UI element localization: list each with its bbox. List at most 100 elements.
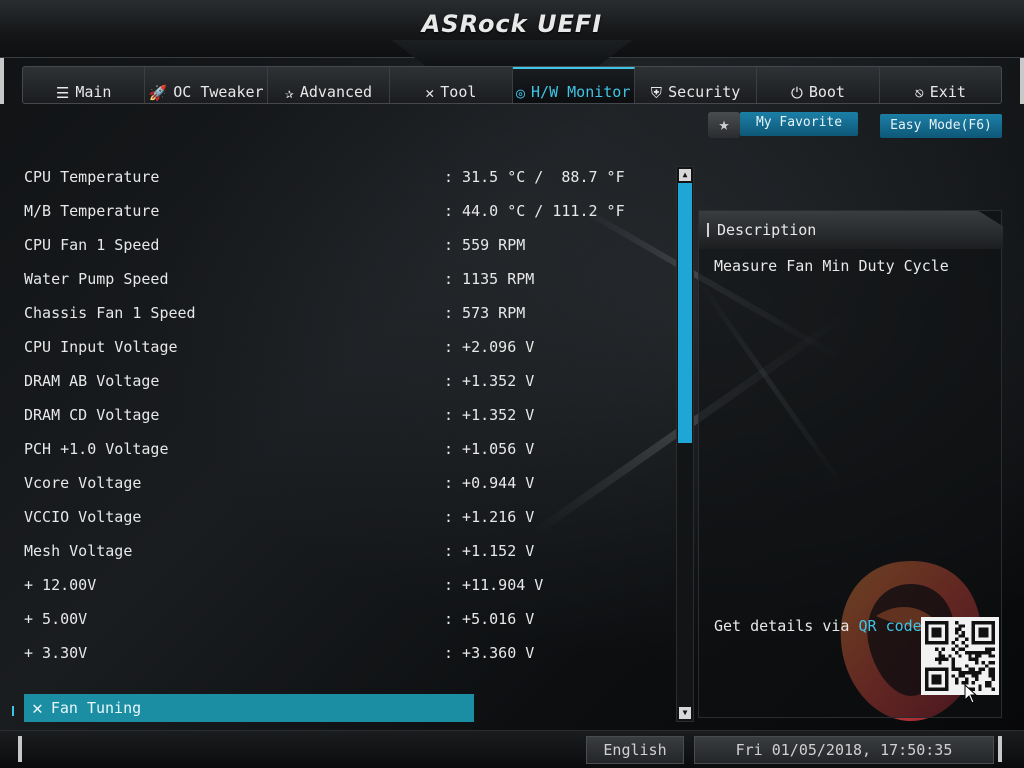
scroll-up-arrow-icon[interactable]: ▲ — [679, 169, 691, 181]
monitor-label: DRAM AB Voltage — [24, 372, 160, 390]
nav-edge-left — [0, 58, 4, 104]
wrench-screwdriver-icon: ✕ — [425, 84, 435, 102]
monitor-label: + 3.30V — [24, 644, 88, 662]
monitor-row: + 12.00V : +11.904 V — [24, 568, 664, 602]
tab-h-w-monitor[interactable]: ◎ H/W Monitor — [512, 67, 635, 103]
selection-marker — [12, 706, 14, 716]
star-icon: ✰ — [284, 84, 294, 102]
monitor-row: CPU Fan 1 Speed : 559 RPM — [24, 228, 664, 262]
monitor-label: DRAM CD Voltage — [24, 406, 160, 424]
wrench-screwdriver-icon: ✕ — [32, 697, 43, 719]
monitor-value: : 31.5 °C / 88.7 °F — [444, 168, 625, 186]
monitor-label: M/B Temperature — [24, 202, 160, 220]
monitor-row: DRAM AB Voltage : +1.352 V — [24, 364, 664, 398]
tab-label: Tool — [440, 83, 477, 101]
tab-label: Security — [668, 83, 741, 101]
mouse-cursor-icon — [964, 684, 978, 704]
datetime-display: Fri 01/05/2018, 17:50:35 — [694, 736, 994, 764]
tab-label: Exit — [929, 83, 966, 101]
my-favorite-button[interactable]: My Favorite — [740, 112, 858, 136]
monitor-row: CPU Temperature : 31.5 °C / 88.7 °F — [24, 160, 664, 194]
header-notch — [392, 40, 632, 68]
monitor-label: CPU Temperature — [24, 168, 160, 186]
tab-label: Advanced — [299, 83, 373, 101]
fan-tuning-label: Fan Tuning — [50, 699, 142, 717]
shield-icon: ⛨ — [650, 84, 663, 102]
nav-edge-right — [1020, 58, 1024, 104]
monitor-label: Water Pump Speed — [24, 270, 169, 288]
monitor-label: VCCIO Voltage — [24, 508, 142, 526]
monitor-icon: ◎ — [516, 84, 526, 102]
monitor-value: : 1135 RPM — [444, 270, 535, 288]
monitor-value: : 44.0 °C / 111.2 °F — [444, 202, 625, 220]
monitor-label: Vcore Voltage — [24, 474, 142, 492]
qr-code — [921, 617, 999, 695]
tab-label: OC Tweaker — [173, 83, 264, 101]
monitor-value: : +1.352 V — [444, 406, 535, 424]
monitor-value: : +1.056 V — [444, 440, 535, 458]
tab-exit[interactable]: ⎋ Exit — [880, 67, 1001, 103]
qr-caption: Get details via QR code — [714, 617, 922, 635]
monitor-row: Mesh Voltage : +1.152 V — [24, 534, 664, 568]
favorite-star-icon[interactable]: ★ — [708, 112, 740, 138]
monitor-label: + 5.00V — [24, 610, 88, 628]
monitor-row: VCCIO Voltage : +1.216 V — [24, 500, 664, 534]
tab-tool[interactable]: ✕ Tool — [390, 67, 513, 103]
footer-edge-left — [18, 736, 22, 762]
description-title: Description — [717, 221, 817, 239]
rocket-icon: 🚀 — [148, 84, 168, 102]
monitor-value: : +2.096 V — [444, 338, 535, 356]
monitor-row: Water Pump Speed : 1135 RPM — [24, 262, 664, 296]
monitor-row: DRAM CD Voltage : +1.352 V — [24, 398, 664, 432]
monitor-list: CPU Temperature : 31.5 °C / 88.7 °F M/B Te… — [24, 160, 664, 670]
main-nav: ☰ Main 🚀 OC Tweaker ✰ Advanced ✕ Tool ◎ H/W Monit… — [22, 66, 1002, 104]
monitor-label: Mesh Voltage — [24, 542, 133, 560]
qr-caption-prefix: Get details via — [714, 617, 859, 635]
tab-label: Main — [75, 83, 112, 101]
monitor-value: : +1.352 V — [444, 372, 535, 390]
monitor-value: : +1.152 V — [444, 542, 535, 560]
description-header: Description — [699, 211, 1003, 249]
brand-logo: ASRock UEFI — [421, 10, 603, 38]
monitor-row: Vcore Voltage : +0.944 V — [24, 466, 664, 500]
monitor-value: : +11.904 V — [444, 576, 544, 594]
qr-code-icon — [925, 621, 995, 691]
monitor-value: : +0.944 V — [444, 474, 535, 492]
description-panel: Description Measure Fan Min Duty Cycle G… — [698, 210, 1003, 718]
monitor-value: : +5.016 V — [444, 610, 535, 628]
power-icon: ⏻ — [790, 84, 803, 102]
tab-boot[interactable]: ⏻ Boot — [757, 67, 880, 103]
footer-edge-right — [998, 736, 1002, 762]
header-bar-icon — [707, 223, 709, 237]
monitor-label: PCH +1.0 Voltage — [24, 440, 169, 458]
monitor-row: + 3.30V : +3.360 V — [24, 636, 664, 670]
tab-oc-tweaker[interactable]: 🚀 OC Tweaker — [145, 67, 268, 103]
tab-label: Boot — [808, 83, 845, 101]
monitor-row: + 5.00V : +5.016 V — [24, 602, 664, 636]
monitor-value: : 559 RPM — [444, 236, 526, 254]
tab-main[interactable]: ☰ Main — [23, 67, 146, 103]
scroll-down-arrow-icon[interactable]: ▼ — [679, 707, 691, 719]
monitor-label: CPU Input Voltage — [24, 338, 178, 356]
monitor-row: CPU Input Voltage : +2.096 V — [24, 330, 664, 364]
monitor-value: : +3.360 V — [444, 644, 535, 662]
monitor-label: CPU Fan 1 Speed — [24, 236, 160, 254]
monitor-label: Chassis Fan 1 Speed — [24, 304, 196, 322]
language-button[interactable]: English — [586, 736, 684, 764]
monitor-label: + 12.00V — [24, 576, 97, 594]
qr-caption-highlight: QR code — [858, 617, 922, 635]
monitor-value: : 573 RPM — [444, 304, 526, 322]
list-icon: ☰ — [55, 84, 70, 102]
fan-tuning-item[interactable]: ✕ Fan Tuning — [24, 694, 474, 722]
scrollbar[interactable]: ▲ ▼ — [676, 166, 694, 722]
tab-label: H/W Monitor — [531, 83, 631, 101]
tab-advanced[interactable]: ✰ Advanced — [268, 67, 391, 103]
monitor-row: Chassis Fan 1 Speed : 573 RPM — [24, 296, 664, 330]
monitor-value: : +1.216 V — [444, 508, 535, 526]
easy-mode-button[interactable]: Easy Mode(F6) — [880, 114, 1002, 138]
monitor-row: M/B Temperature : 44.0 °C / 111.2 °F — [24, 194, 664, 228]
scrollbar-thumb[interactable] — [678, 183, 692, 443]
monitor-row: PCH +1.0 Voltage : +1.056 V — [24, 432, 664, 466]
tab-security[interactable]: ⛨ Security — [635, 67, 758, 103]
exit-icon: ⎋ — [914, 84, 924, 102]
